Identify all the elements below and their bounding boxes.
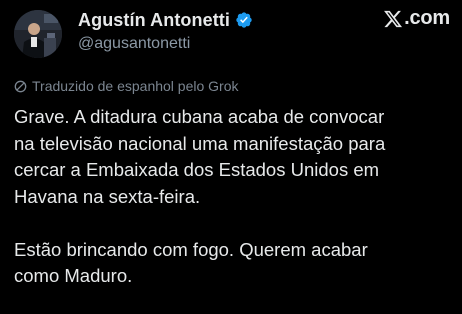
brand-suffix: .com — [404, 7, 450, 29]
tweet-line: Grave. A ditadura cubana acaba de convoc… — [14, 106, 385, 127]
tweet-line: Estão brincando com fogo. Querem acabar — [14, 238, 368, 260]
tweet-line: como Maduro. — [14, 265, 133, 286]
tweet-card: Agustín Antonetti @agusantonetti .com Tr… — [0, 0, 462, 314]
brand-logo: .com — [383, 7, 450, 30]
translation-notice: Traduzido de espanhol pelo Grok — [14, 78, 239, 94]
verified-badge-icon — [235, 11, 253, 29]
author-name-row: Agustín Antonetti — [78, 8, 253, 32]
tweet-line: cercar a Embaixada dos Estados Unidos em — [14, 159, 380, 180]
avatar[interactable] — [14, 10, 62, 58]
tweet-line: na televisão nacional uma manifestação p… — [14, 132, 386, 154]
translate-icon — [14, 80, 27, 93]
tweet-text: Grave. A ditadura cubana acaba de convoc… — [14, 104, 454, 290]
author-display-name[interactable]: Agustín Antonetti — [78, 10, 230, 31]
author-handle[interactable]: @agusantonetti — [78, 35, 190, 53]
avatar-photo — [14, 10, 62, 58]
translation-label: Traduzido de espanhol pelo Grok — [32, 78, 239, 94]
x-logo-icon — [383, 9, 403, 29]
tweet-line: Havana na sexta-feira. — [14, 185, 201, 207]
